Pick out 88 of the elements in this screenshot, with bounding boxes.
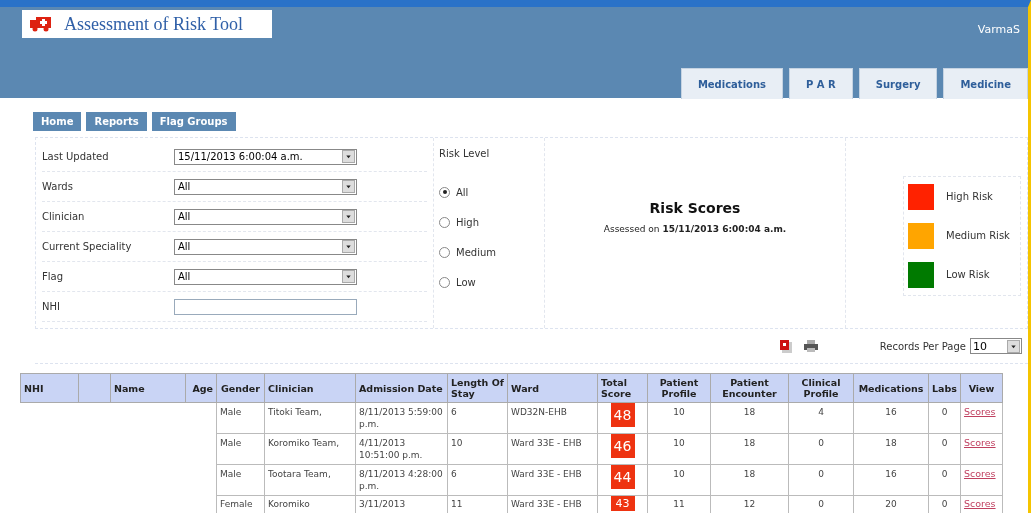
- assessed-date: Assessed on 15/11/2013 6:00:04 a.m.: [603, 224, 787, 234]
- nav-button[interactable]: Home: [33, 112, 82, 131]
- table-cell: 18: [853, 433, 929, 465]
- table-cell: 0: [788, 464, 854, 496]
- print-icon[interactable]: [803, 340, 818, 352]
- column-header-blank: [78, 373, 111, 403]
- table-cell: Titoki Team,: [264, 402, 356, 434]
- column-header: View: [960, 373, 1003, 403]
- filter-dropdown[interactable]: All: [174, 208, 357, 225]
- column-header: Medications: [853, 373, 929, 403]
- column-header: Ward: [507, 373, 598, 403]
- column-header: NHI: [20, 373, 79, 403]
- nav-tab[interactable]: Surgery: [858, 68, 938, 99]
- nav-tab[interactable]: P A R: [789, 68, 853, 99]
- table-cell: 10: [647, 402, 711, 434]
- table-cell: Male: [216, 433, 265, 465]
- legend-label: High Risk: [946, 191, 994, 202]
- risk-score-badge: 48: [610, 403, 635, 427]
- table-cell: 0: [788, 433, 854, 465]
- radio-label: Medium: [456, 246, 496, 258]
- filter-label: Flag: [42, 271, 64, 282]
- nav-tab[interactable]: Medicine: [943, 68, 1028, 99]
- nav-tab[interactable]: Medications: [680, 68, 784, 99]
- table-cell: 0: [928, 433, 961, 465]
- column-header: Age: [185, 373, 217, 403]
- column-header: Patient Profile: [647, 373, 711, 403]
- filter-label: Clinician: [42, 211, 86, 222]
- filter-dropdown[interactable]: 15/11/2013 6:00:04 a.m.: [174, 148, 357, 165]
- radio-label: Low: [456, 276, 476, 288]
- nhi-input-field[interactable]: [174, 298, 357, 315]
- filter-label: NHI: [42, 301, 61, 312]
- user-name: VarmaS: [977, 22, 1020, 36]
- column-header: Name: [110, 373, 186, 403]
- legend-label: Low Risk: [946, 269, 991, 280]
- column-header: Total Score: [597, 373, 648, 403]
- table-cell: Koromiko Team,: [264, 433, 356, 465]
- table-cell: Ward 33E - EHB: [507, 464, 598, 496]
- table-cell: Male: [216, 402, 265, 434]
- app-title: Assessment of Risk Tool: [64, 13, 243, 35]
- table-cell: 4: [788, 402, 854, 434]
- column-header: Length Of Stay: [447, 373, 508, 403]
- column-header: Clinician: [264, 373, 356, 403]
- legend-label: Medium Risk: [946, 230, 1011, 241]
- table-cell: 16: [853, 464, 929, 496]
- risk-scores-title: Risk Scores: [649, 200, 741, 216]
- column-header: Labs: [928, 373, 961, 403]
- column-header: Clinical Profile: [788, 373, 854, 403]
- table-cell: WD32N-EHB: [507, 402, 598, 434]
- table-cell: 4/11/2013 10:51:00 p.m.: [355, 433, 448, 465]
- table-cell: 0: [928, 402, 961, 434]
- filter-label: Current Speciality: [42, 241, 133, 252]
- risk-level-label: Risk Level: [439, 148, 491, 159]
- table-cell: 0: [928, 464, 961, 496]
- records-per-page-label: Records Per Page: [879, 340, 966, 352]
- table-cell: 10: [647, 433, 711, 465]
- filter-label: Last Updated: [42, 151, 110, 162]
- risk-score-badge: 44: [610, 465, 635, 489]
- pdf-icon[interactable]: [779, 339, 792, 353]
- risk-score-badge: 43: [610, 496, 635, 511]
- column-header: Gender: [216, 373, 265, 403]
- filter-dropdown[interactable]: All: [174, 238, 357, 255]
- filter-label: Wards: [42, 181, 74, 192]
- table-cell: Male: [216, 464, 265, 496]
- filter-dropdown[interactable]: All: [174, 268, 357, 285]
- app-logo[interactable]: Assessment of Risk Tool: [22, 10, 272, 38]
- filter-dropdown[interactable]: All: [174, 178, 357, 195]
- table-cell: 18: [710, 402, 789, 434]
- records-per-page-dropdown[interactable]: 10: [970, 338, 1022, 354]
- table-cell: 10: [447, 433, 508, 465]
- table-cell: Tootara Team,: [264, 464, 356, 496]
- table-cell: 16: [853, 402, 929, 434]
- column-header: Admission Date: [355, 373, 448, 403]
- table-cell: 18: [710, 464, 789, 496]
- table-cell: 8/11/2013 5:59:00 p.m.: [355, 402, 448, 434]
- table-cell: 10: [647, 464, 711, 496]
- table-cell: 18: [710, 433, 789, 465]
- table-cell: Female: [216, 495, 265, 513]
- table-cell: 8/11/2013 4:28:00 p.m.: [355, 464, 448, 496]
- nav-button[interactable]: Reports: [86, 112, 147, 131]
- radio-label: All: [456, 186, 469, 198]
- radio-label: High: [456, 216, 479, 228]
- table-cell: 6: [447, 402, 508, 434]
- table-cell: 6: [447, 464, 508, 496]
- ambulance-icon: [30, 16, 52, 32]
- column-header: Patient Encounter: [710, 373, 789, 403]
- nav-button[interactable]: Flag Groups: [151, 112, 236, 131]
- risk-score-badge: 46: [610, 434, 635, 458]
- table-cell: Ward 33E - EHB: [507, 433, 598, 465]
